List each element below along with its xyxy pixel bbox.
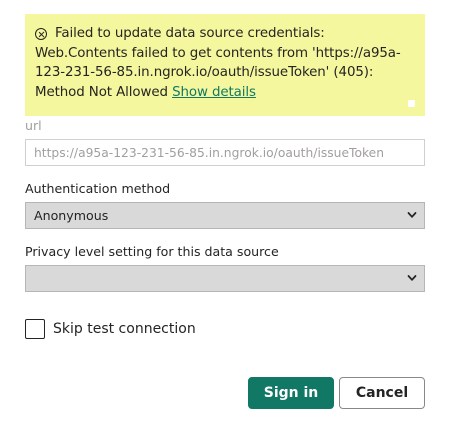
url-input[interactable]: https://a95a-123-231-56-85.in.ngrok.io/o… [25,139,425,166]
resize-grip-icon[interactable] [408,100,415,107]
skip-test-label[interactable]: Skip test connection [53,319,196,339]
privacy-level-select[interactable] [25,265,425,292]
circle-x-icon [35,28,47,40]
error-banner: Failed to update data source credentials… [25,14,425,116]
sign-in-button[interactable]: Sign in [248,377,334,409]
show-details-link[interactable]: Show details [172,85,256,100]
error-message-container: Failed to update data source credentials… [35,24,413,102]
url-input-placeholder: https://a95a-123-231-56-85.in.ngrok.io/o… [34,145,385,160]
url-label: url [25,118,42,133]
auth-method-value: Anonymous [34,208,109,223]
chevron-down-icon [407,275,417,281]
auth-method-select[interactable]: Anonymous [25,202,425,229]
privacy-level-label: Privacy level setting for this data sour… [25,244,279,259]
auth-method-label: Authentication method [25,181,171,196]
skip-test-checkbox[interactable] [25,319,45,339]
chevron-down-icon [407,212,417,218]
cancel-button[interactable]: Cancel [339,377,425,409]
